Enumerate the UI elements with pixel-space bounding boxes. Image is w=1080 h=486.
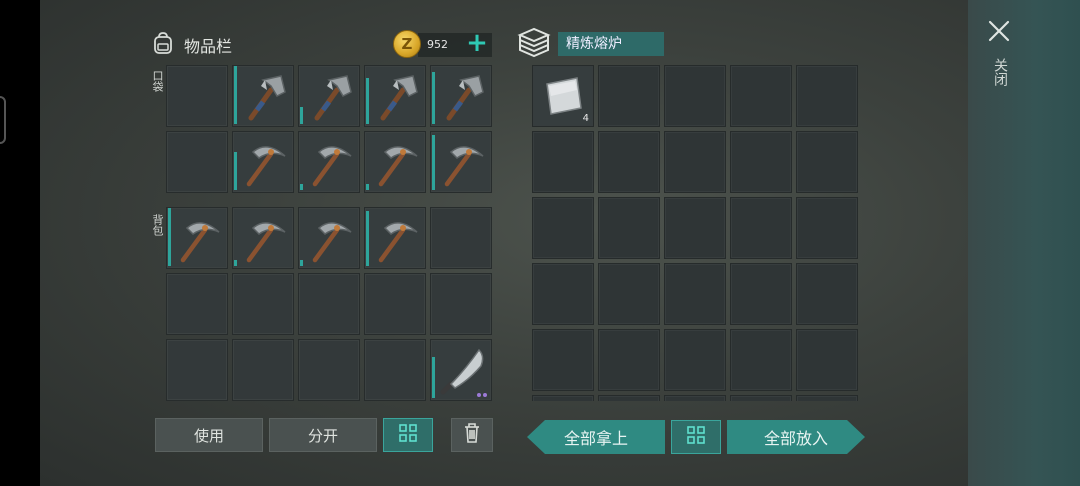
furnace-slot[interactable] [664,131,726,193]
furnace-title: 精炼熔炉 [558,32,664,56]
backpack-slot[interactable] [166,339,228,401]
furnace-slot[interactable] [532,263,594,325]
furnace-slot[interactable] [730,197,792,259]
backpack-grid [166,207,492,401]
furnace-slot[interactable] [796,197,858,259]
furnace-slot[interactable] [664,263,726,325]
furnace-icon [516,26,552,62]
pocket-grid [166,65,492,193]
pocket-slot[interactable] [166,65,228,127]
coin-display: Z 952 [393,28,467,60]
furnace-slot[interactable] [532,395,594,401]
furnace-slot[interactable] [730,65,792,127]
sort-furnace-button[interactable] [671,420,721,454]
pocket-slot[interactable] [430,131,492,193]
backpack-slot[interactable] [232,207,294,269]
furnace-slot[interactable] [598,263,660,325]
pocket-slot[interactable] [232,65,294,127]
trash-button[interactable] [451,418,493,452]
furnace-slot[interactable] [532,197,594,259]
furnace-slot[interactable] [796,263,858,325]
pocket-label: 口袋 [151,70,164,92]
backpack-slot[interactable] [364,273,426,335]
put-all-button[interactable]: 全部放入 [727,420,865,454]
pocket-slot[interactable] [298,131,360,193]
pocket-slot[interactable] [298,65,360,127]
furnace-slot[interactable] [598,65,660,127]
furnace-slot[interactable]: 4 [532,65,594,127]
pocket-slot[interactable] [232,131,294,193]
backpack-label: 背包 [151,214,164,236]
split-button[interactable]: 分开 [269,418,377,452]
pocket-slot[interactable] [364,131,426,193]
close-icon[interactable] [986,18,1012,44]
item-count: 4 [582,113,589,124]
pocket-slot[interactable] [430,65,492,127]
backpack-slot[interactable] [166,207,228,269]
furnace-slot[interactable] [598,131,660,193]
device-bezel [0,0,40,486]
backpack-slot[interactable] [298,273,360,335]
close-label[interactable]: 关闭 [990,58,1008,86]
sort-inventory-button[interactable] [383,418,433,452]
coin-count: 952 [427,37,448,51]
furnace-slot[interactable] [532,131,594,193]
furnace-slot[interactable] [796,395,858,401]
inventory-header: 物品栏 [150,30,232,60]
bezel-notch [0,96,6,144]
furnace-slot[interactable] [532,329,594,391]
furnace-slot[interactable] [598,329,660,391]
take-all-button[interactable]: 全部拿上 [527,420,665,454]
add-coins-button[interactable]: + [466,30,488,56]
furnace-slot[interactable] [796,65,858,127]
backpack-slot[interactable] [298,207,360,269]
gold-coin-icon: Z [393,30,421,58]
backpack-slot[interactable] [166,273,228,335]
backpack-slot[interactable] [232,339,294,401]
furnace-slot[interactable] [730,131,792,193]
furnace-slot[interactable] [598,197,660,259]
backpack-slot[interactable] [298,339,360,401]
backpack-slot[interactable] [364,207,426,269]
furnace-slot[interactable] [730,395,792,401]
trash-icon [462,422,482,448]
furnace-slot[interactable] [598,395,660,401]
furnace-slot[interactable] [664,329,726,391]
inventory-title: 物品栏 [184,37,233,56]
grid-icon [686,425,706,449]
backpack-slot[interactable] [232,273,294,335]
furnace-grid-viewport[interactable]: 4 [532,65,860,401]
furnace-slot[interactable] [664,395,726,401]
furnace-slot[interactable] [664,65,726,127]
furnace-slot[interactable] [796,329,858,391]
backpack-slot[interactable] [430,273,492,335]
backpack-slot[interactable] [430,207,492,269]
furnace-slot[interactable] [730,329,792,391]
pocket-slot[interactable] [166,131,228,193]
furnace-header: 精炼熔炉 [516,26,664,62]
backpack-slot[interactable] [430,339,492,401]
rarity-dots [477,393,487,397]
pocket-slot[interactable] [364,65,426,127]
backpack-slot[interactable] [364,339,426,401]
furnace-slot[interactable] [796,131,858,193]
grid-icon [398,423,418,447]
furnace-slot[interactable] [664,197,726,259]
use-button[interactable]: 使用 [155,418,263,452]
backpack-icon [150,30,176,60]
right-side-panel [968,0,1080,486]
furnace-grid: 4 [532,65,860,401]
furnace-slot[interactable] [730,263,792,325]
